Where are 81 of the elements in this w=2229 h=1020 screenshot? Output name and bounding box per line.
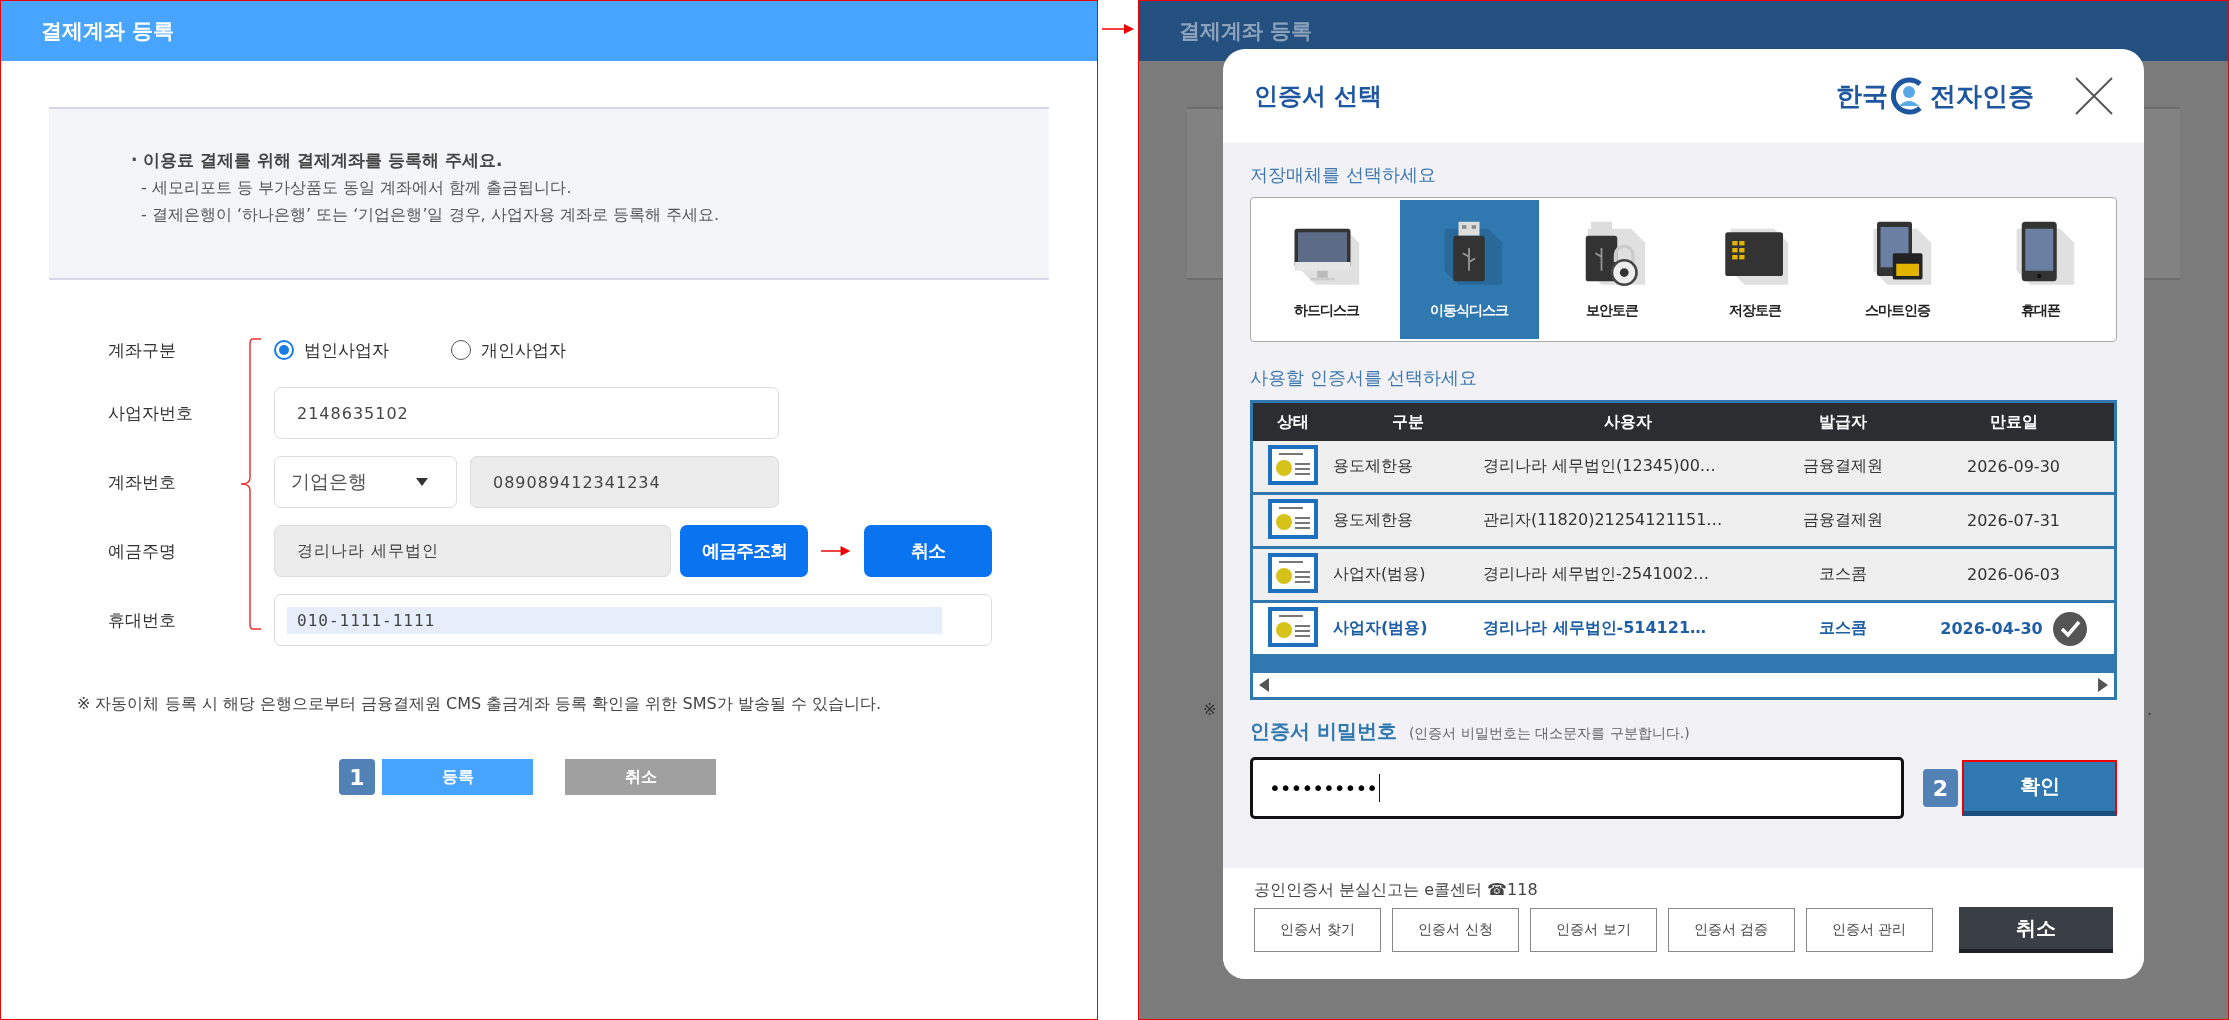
certificate-icon — [1267, 605, 1319, 648]
table-cell-text: 사업자(범용) — [1333, 618, 1429, 639]
column-header: 상태 — [1276, 411, 1310, 433]
table-cell-text: 경리나라 세무법인(12345)00… — [1483, 456, 1717, 477]
section-label: 사용할 인증서를 선택하세요 — [1250, 366, 1479, 390]
media-option[interactable]: 보안토큰 — [1542, 200, 1682, 339]
certificate-action-button[interactable]: 인증서 신청 — [1391, 908, 1519, 952]
helpline-text: 공인인증서 분실신고는 e콜센터 ☎118 — [1254, 880, 1539, 901]
radio-option[interactable]: 개인사업자 — [451, 338, 566, 362]
field-label: 계좌번호 — [108, 470, 177, 494]
bank-select[interactable]: 기업은행 — [274, 456, 457, 508]
close-icon[interactable] — [2074, 76, 2114, 116]
column-header: 사용자 — [1603, 411, 1653, 433]
check-icon — [2052, 611, 2087, 646]
certificate-action-button[interactable]: 인증서 찾기 — [1254, 908, 1381, 952]
media-option[interactable]: 이동식디스크 — [1399, 200, 1539, 339]
logo-text: 전자인증 — [1930, 79, 2034, 113]
logo-text: 한국 — [1836, 79, 1888, 113]
field-label: 예금주명 — [108, 539, 177, 563]
scrollbar-thumb[interactable] — [1253, 657, 2114, 673]
certificate-action-button[interactable]: 인증서 검증 — [1667, 908, 1795, 952]
lookup-button[interactable]: 예금주조회 — [679, 525, 809, 577]
field-label: 휴대번호 — [108, 608, 177, 632]
note-end: . — [2146, 700, 2152, 719]
password-label: 인증서 비밀번호 — [1250, 718, 1397, 745]
certificate-icon — [1267, 443, 1319, 486]
table-cell: 2026-06-03 — [1967, 565, 2060, 584]
table-cell-text: 금융결제원 — [1802, 510, 1884, 531]
note-mark: ※ — [1203, 700, 1217, 719]
table-cell-text: 경리나라 세무법인-514121… — [1483, 618, 1707, 639]
radio-option[interactable]: 법인사업자 — [274, 338, 389, 362]
certificate-row[interactable]: 용도제한용 경리나라 세무법인(12345)00… 금융결제원 2026-09-30 — [1253, 441, 2114, 495]
table-cell: 2026-04-30 — [1940, 619, 2043, 638]
confirm-button[interactable]: 확인 — [1962, 760, 2117, 816]
table-cell: 2026-07-31 — [1967, 511, 2060, 530]
column-header: 구분 — [1391, 411, 1425, 433]
media-option[interactable]: 휴대폰 — [1971, 200, 2110, 339]
table-cell-text: 경리나라 세무법인-2541002… — [1483, 564, 1711, 585]
certificate-action-button[interactable]: 인증서 관리 — [1805, 908, 1933, 952]
certificate-icon — [1267, 551, 1319, 594]
input-field[interactable]: 089089412341234 — [470, 456, 779, 508]
table-cell-text: 용도제한용 — [1333, 510, 1414, 531]
certificate-action-button[interactable]: 인증서 보기 — [1529, 908, 1657, 952]
password-hint: (인증서 비밀번호는 대소문자를 구분합니다.) — [1408, 725, 1690, 743]
column-header: 만료일 — [1988, 411, 2039, 433]
table-cell-text: 사업자(범용) — [1333, 564, 1427, 585]
dialog-title: 인증서 선택 — [1254, 81, 1384, 112]
table-cell-text: 코스콤 — [1818, 618, 1868, 639]
certificate-row[interactable]: 사업자(범용) 경리나라 세무법인-2541002… 코스콤 2026-06-03 — [1253, 549, 2114, 603]
arrow-icon — [821, 545, 851, 557]
table-cell-text: 코스콤 — [1818, 564, 1868, 585]
notice-headline: · 이용료 결제를 위해 결제계좌를 등록해 주세요. — [131, 149, 504, 172]
table-cell-text: 관리자(11820)21254121151… — [1483, 510, 1724, 531]
notice-line: - 결제은행이 ‘하나은행’ 또는 ‘기업은행’일 경우, 사업자용 계좌로 등록해 주세요. — [141, 205, 721, 226]
certificate-row[interactable]: 용도제한용 관리자(11820)21254121151… 금융결제원 2026-07-31 — [1253, 495, 2114, 549]
cancel-button[interactable]: 취소 — [863, 525, 992, 577]
certificate-icon — [1267, 497, 1319, 540]
media-option[interactable]: 스마트인증 — [1828, 200, 1968, 339]
scroll-left-icon[interactable] — [1259, 678, 1269, 692]
table-cell-text: 금융결제원 — [1802, 456, 1884, 477]
step-badge: 1 — [339, 759, 375, 795]
media-option[interactable]: 저장토큰 — [1685, 200, 1825, 339]
cancel-button[interactable]: 취소 — [1958, 907, 2113, 953]
media-option[interactable]: 하드디스크 — [1257, 200, 1396, 339]
field-label: 계좌구분 — [108, 338, 177, 362]
section-label: 저장매체를 선택하세요 — [1250, 163, 1437, 187]
table-cell-text: 용도제한용 — [1333, 456, 1414, 477]
panel-title: 결제계좌 등록 — [1, 1, 1097, 61]
step-badge: 2 — [1923, 769, 1958, 807]
sms-note: ※ 자동이체 등록 시 해당 은행으로부터 금융결제원 CMS 출금계좌 등록 확인을 위한 SMS가 발송될 수 있습니다. — [77, 694, 883, 715]
scroll-right-icon[interactable] — [2098, 678, 2108, 692]
field-label: 사업자번호 — [108, 401, 194, 425]
password-field[interactable]: •••••••••• — [1250, 757, 1904, 819]
input-field[interactable]: 010-1111-1111 — [274, 594, 992, 646]
notice-line: - 세모리포트 등 부가상품도 동일 계좌에서 함께 출금됩니다. — [141, 178, 573, 199]
input-field[interactable]: 경리나라 세무법인 — [274, 525, 671, 577]
arrow-icon — [1102, 22, 1134, 36]
table-cell: 2026-09-30 — [1967, 457, 2060, 476]
caret-icon — [416, 478, 428, 486]
input-field[interactable]: 2148635102 — [274, 387, 779, 439]
column-header: 발급자 — [1818, 411, 1868, 433]
